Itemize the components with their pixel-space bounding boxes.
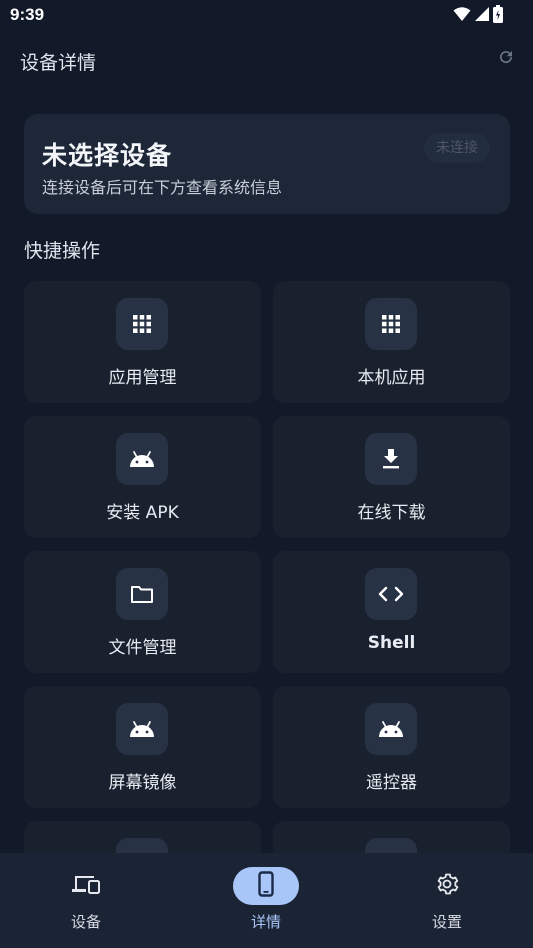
nav-label: 设备 [70,913,101,931]
device-title: 未选择设备 [42,141,173,170]
tile-label: Shell [367,633,416,653]
phone-icon [258,871,274,901]
quick-action-install-apk[interactable]: 安装 APK [24,416,261,538]
android-icon [365,703,417,755]
android-icon [116,703,168,755]
folder-icon [116,568,168,620]
apps-grid-icon [116,298,168,350]
tile-label: 屏幕镜像 [108,773,177,793]
nav-item-settings[interactable]: 设置 [387,867,507,937]
wifi-icon [453,6,471,22]
status-icons [453,5,503,23]
quick-action-local-apps[interactable]: 本机应用 [273,281,510,403]
quick-action-app-management[interactable]: 应用管理 [24,281,261,403]
quick-action-online-download[interactable]: 在线下载 [273,416,510,538]
page-title: 设备详情 [20,52,97,74]
app-bar: 设备详情 [0,40,533,80]
download-icon [365,433,417,485]
tile-label: 应用管理 [108,368,177,388]
refresh-icon [497,48,515,70]
nav-pill [414,867,480,905]
status-bar: 9:39 [0,0,533,30]
bottom-navigation: 设备 详情 设置 [0,853,533,948]
tile-label: 遥控器 [366,773,417,793]
nav-pill-active [233,867,299,905]
apps-grid-icon [365,298,417,350]
nav-label: 详情 [250,913,281,931]
refresh-button[interactable] [495,48,517,70]
android-icon [116,433,168,485]
quick-action-file-management[interactable]: 文件管理 [24,551,261,673]
nav-label: 设置 [431,913,462,931]
gear-icon [435,872,459,900]
battery-icon [493,5,503,23]
nav-pill [53,867,119,905]
devices-icon [71,873,101,899]
tile-label: 本机应用 [357,368,426,388]
nav-item-details[interactable]: 详情 [206,867,326,937]
screen: 9:39 设备详情 未选择设备 连接设备后可在下方查看系统信息 未连接 快捷操作 [0,0,533,948]
status-badge: 未连接 [424,133,490,163]
quick-action-remote-control[interactable]: 遥控器 [273,686,510,808]
quick-action-shell[interactable]: Shell [273,551,510,673]
tile-label: 安装 APK [106,503,179,523]
signal-icon [474,6,490,22]
device-status-card: 未选择设备 连接设备后可在下方查看系统信息 未连接 [24,114,510,214]
quick-action-screen-mirror[interactable]: 屏幕镜像 [24,686,261,808]
quick-actions-title: 快捷操作 [24,240,101,262]
tile-label: 在线下载 [357,503,426,523]
status-time: 9:39 [10,5,45,24]
device-subtitle: 连接设备后可在下方查看系统信息 [42,178,283,197]
code-icon [365,568,417,620]
nav-item-devices[interactable]: 设备 [26,867,146,937]
tile-label: 文件管理 [108,638,177,658]
